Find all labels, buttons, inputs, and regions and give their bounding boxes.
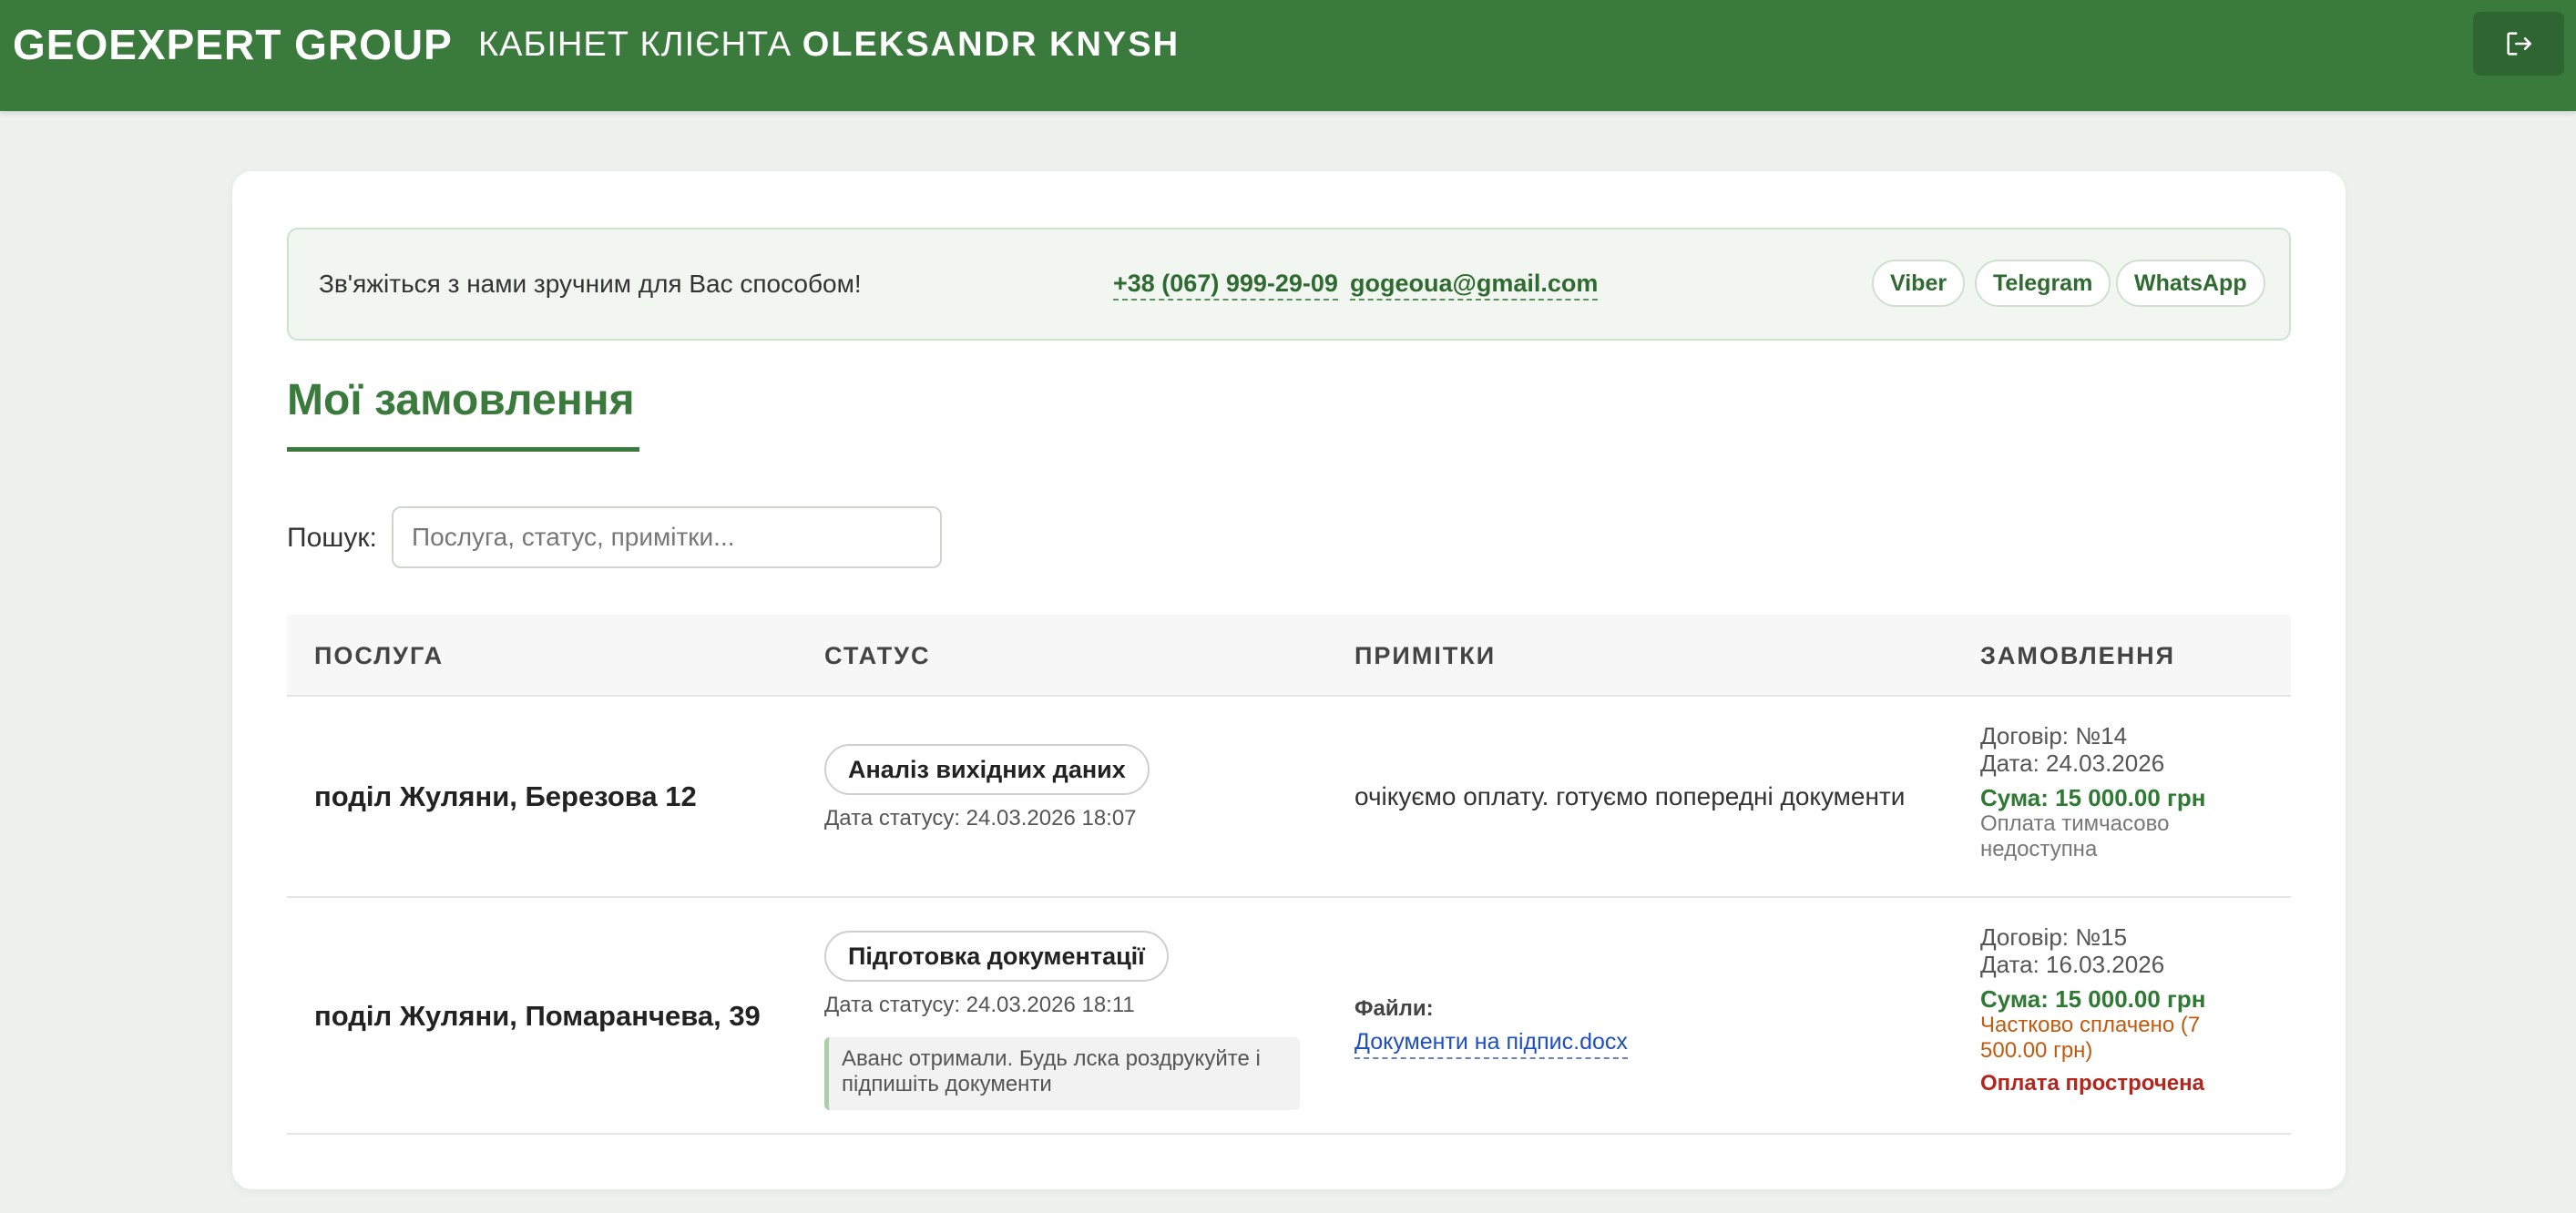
logout-button[interactable] (2473, 12, 2564, 76)
service-name: поділ Жуляни, Березова 12 (314, 780, 697, 812)
brand-logo: GEOEXPERT GROUP (13, 21, 453, 68)
top-bar: GEOEXPERT GROUP КАБІНЕТ КЛІЄНТА OLEKSAND… (0, 0, 2576, 111)
order-info: Договір: №15 Дата: 16.03.2026 Сума: 15 0… (1980, 923, 2254, 1096)
files-label: Файли: (1354, 996, 1434, 1021)
telegram-button[interactable]: Telegram (1975, 260, 2111, 307)
column-header-order: ЗАМОВЛЕННЯ (1980, 642, 2176, 669)
logout-icon (2507, 32, 2532, 56)
contact-phone-link[interactable]: +38 (067) 999-29-09 (1113, 270, 1338, 301)
payment-status: Оплата тимчасово недоступна (1980, 811, 2170, 861)
payment-status: Частково сплачено (7 500.00 грн) (1980, 1013, 2201, 1063)
order-date: Дата: 16.03.2026 (1980, 951, 2165, 978)
service-name: поділ Жуляни, Помаранчева, 39 (314, 1000, 761, 1032)
cabinet-label: КАБІНЕТ КЛІЄНТА (478, 25, 792, 64)
search-input[interactable] (392, 506, 942, 568)
order-notes: очікуємо оплату. готуємо попередні докум… (1354, 782, 1906, 810)
order-sum: Сума: 15 000.00 грн (1980, 985, 2206, 1013)
column-header-service: ПОСЛУГА (314, 642, 445, 669)
order-sum: Сума: 15 000.00 грн (1980, 784, 2206, 811)
table-header: ПОСЛУГА СТАТУС ПРИМІТКИ ЗАМОВЛЕННЯ (287, 615, 2291, 697)
status-date: Дата статусу: 24.03.2026 18:11 (824, 993, 1135, 1017)
contact-banner: Зв'яжіться з нами зручним для Вас способ… (287, 228, 2291, 341)
order-info: Договір: №14 Дата: 24.03.2026 Сума: 15 0… (1980, 722, 2254, 862)
overdue-badge: Оплата прострочена (1980, 1071, 2204, 1096)
viber-button[interactable]: Viber (1872, 260, 1966, 307)
orders-card: Зв'яжіться з нами зручним для Вас способ… (232, 171, 2346, 1189)
user-name: OLEKSANDR KNYSH (802, 25, 1181, 64)
column-header-notes: ПРИМІТКИ (1354, 642, 1497, 669)
contact-email-link[interactable]: gogeoua@gmail.com (1350, 270, 1599, 301)
status-badge: Підготовка документації (824, 931, 1169, 982)
status-comment: Аванс отримали. Будь лска роздрукуйте і … (824, 1037, 1300, 1110)
contract-number: Договір: №15 (1980, 923, 2128, 951)
whatsapp-button[interactable]: WhatsApp (2116, 260, 2265, 307)
status-badge: Аналіз вихідних даних (824, 744, 1150, 795)
cabinet-title: КАБІНЕТ КЛІЄНТА OLEKSANDR KNYSH (478, 25, 1180, 65)
page-title: Мої замовлення (287, 376, 635, 424)
contact-text: Зв'яжіться з нами зручним для Вас способ… (319, 270, 862, 298)
table-row: поділ Жуляни, Помаранчева, 39 Підготовка… (287, 898, 2291, 1135)
file-download-link[interactable]: Документи на підпис.docx (1354, 1029, 1628, 1059)
order-date: Дата: 24.03.2026 (1980, 749, 2165, 777)
contract-number: Договір: №14 (1980, 722, 2128, 749)
table-row: поділ Жуляни, Березова 12 Аналіз вихідни… (287, 697, 2291, 898)
column-header-status: СТАТУС (824, 642, 931, 669)
status-date: Дата статусу: 24.03.2026 18:07 (824, 806, 1137, 831)
title-underline (287, 447, 639, 452)
search-label: Пошук: (287, 523, 377, 553)
